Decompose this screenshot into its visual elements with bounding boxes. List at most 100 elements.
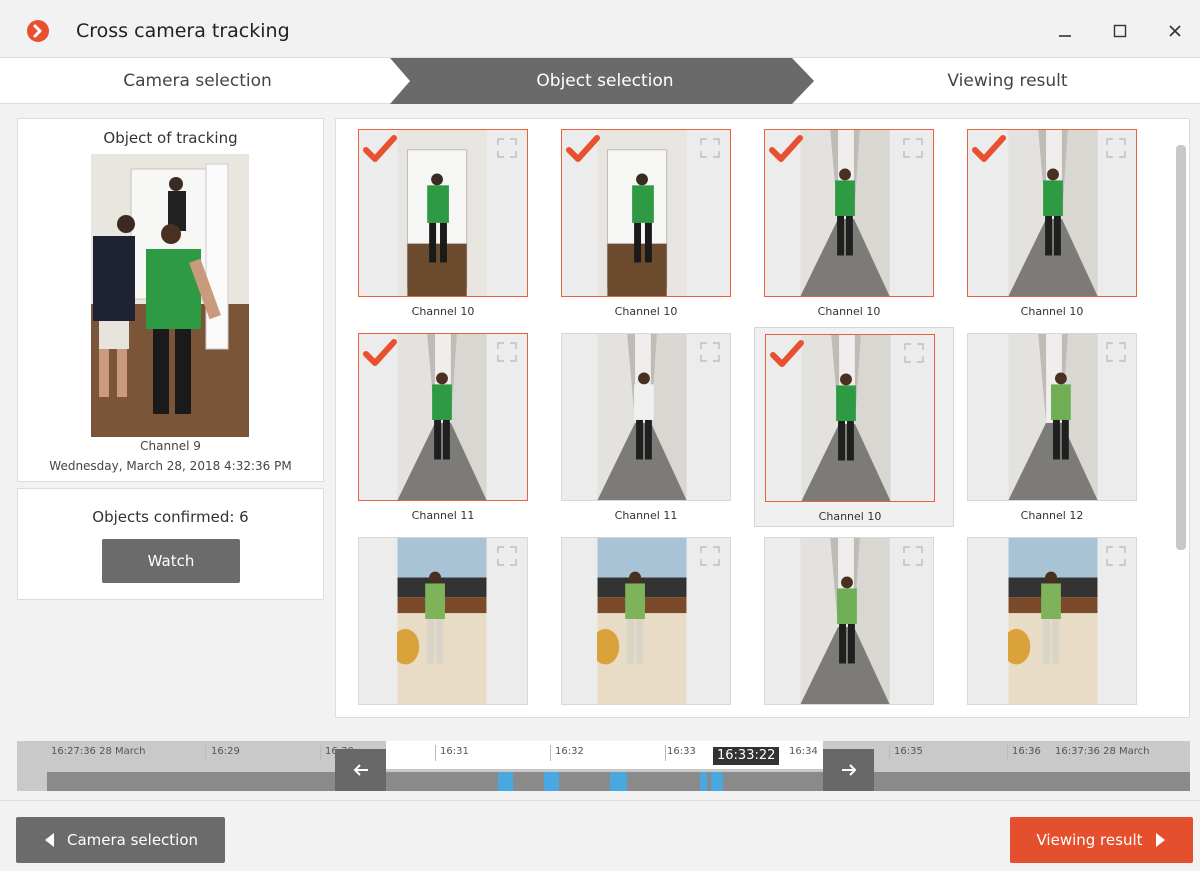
grid-item[interactable]: Channel 11 (551, 327, 751, 527)
triangle-left-icon (44, 833, 54, 847)
timeline-tick (889, 745, 890, 761)
back-camera-selection-button[interactable]: Camera selection (16, 817, 225, 863)
grid-item-thumbnail[interactable] (358, 129, 528, 297)
confirm-panel: Objects confirmed: 6 Watch (17, 488, 324, 600)
step-viewing-result[interactable]: Viewing result (815, 58, 1200, 104)
grid-item-channel: Channel 11 (614, 509, 678, 522)
timeline-tick-label: 16:32 (555, 746, 584, 757)
expand-icon[interactable] (495, 340, 519, 364)
camera-snapshot (1008, 334, 1098, 500)
timeline-tick-label: 16:33 (667, 746, 696, 757)
objects-confirmed-text: Objects confirmed: 6 (92, 508, 249, 526)
object-panel-title: Object of tracking (103, 129, 238, 147)
camera-snapshot (397, 334, 487, 500)
grid-item[interactable] (348, 531, 548, 717)
grid-item[interactable]: Channel 10 (754, 123, 954, 323)
object-grid: Channel 10 Channel 10 Channel 10 Channel 10… (335, 118, 1190, 718)
expand-icon[interactable] (1104, 136, 1128, 160)
object-photo (91, 154, 249, 437)
expand-icon[interactable] (1104, 544, 1128, 568)
expand-icon[interactable] (901, 544, 925, 568)
grid-item-thumbnail[interactable] (561, 333, 731, 501)
timeline[interactable]: 16:27:36 28 March 16:29 16:30 16:31 16:3… (17, 741, 1190, 791)
close-icon[interactable] (1162, 18, 1188, 44)
expand-icon[interactable] (698, 544, 722, 568)
timeline-start-label: 16:27:36 28 March (51, 746, 146, 757)
grid-item-thumbnail[interactable] (764, 129, 934, 297)
grid-item[interactable]: Channel 10 (957, 123, 1157, 323)
checkmark-icon[interactable] (770, 339, 804, 369)
expand-icon[interactable] (1104, 340, 1128, 364)
object-datetime: Wednesday, March 28, 2018 4:32:36 PM (49, 459, 292, 473)
grid-item-channel: Channel 10 (1020, 305, 1084, 318)
timeline-event-marker[interactable] (610, 772, 627, 791)
timeline-event-marker[interactable] (544, 772, 559, 791)
timeline-event-marker[interactable] (700, 772, 707, 791)
grid-item-thumbnail[interactable] (561, 537, 731, 705)
grid-item[interactable]: Channel 10 (754, 327, 954, 527)
step-object-selection[interactable]: Object selection (395, 58, 815, 104)
grid-item-channel: Channel 10 (411, 305, 475, 318)
camera-snapshot (1008, 130, 1098, 296)
camera-snapshot (597, 334, 687, 500)
timeline-tick (550, 745, 551, 761)
grid-item[interactable]: Channel 10 (551, 123, 751, 323)
timeline-tick-label: 16:34 (789, 746, 818, 757)
grid-item-thumbnail[interactable] (967, 537, 1137, 705)
expand-icon[interactable] (698, 340, 722, 364)
grid-item-thumbnail[interactable] (967, 129, 1137, 297)
camera-snapshot (597, 130, 687, 296)
wizard-steps: Camera selection Object selection Viewin… (0, 58, 1200, 104)
grid-item-channel: Channel 10 (818, 510, 882, 523)
expand-icon[interactable] (495, 136, 519, 160)
expand-icon[interactable] (495, 544, 519, 568)
timeline-tick (1007, 745, 1008, 761)
timeline-tick (320, 745, 321, 761)
grid-item[interactable] (551, 531, 751, 717)
expand-icon[interactable] (698, 136, 722, 160)
step-camera-selection[interactable]: Camera selection (0, 58, 395, 104)
camera-snapshot (1008, 538, 1098, 704)
grid-item-channel: Channel 11 (411, 509, 475, 522)
timeline-tick (665, 745, 666, 761)
grid-item-thumbnail[interactable] (765, 334, 935, 502)
grid-item[interactable] (957, 531, 1157, 717)
checkmark-icon[interactable] (363, 338, 397, 368)
timeline-tick (205, 745, 206, 761)
expand-icon[interactable] (902, 341, 926, 365)
checkmark-icon[interactable] (972, 134, 1006, 164)
grid-item[interactable]: Channel 12 (957, 327, 1157, 527)
grid-item-thumbnail[interactable] (358, 537, 528, 705)
maximize-icon[interactable] (1107, 18, 1133, 44)
grid-item-thumbnail[interactable] (358, 333, 528, 501)
timeline-tick-label: 16:29 (211, 746, 240, 757)
camera-snapshot (397, 538, 487, 704)
minimize-icon[interactable] (1052, 18, 1078, 44)
app-logo-icon (27, 20, 49, 42)
camera-snapshot (801, 335, 891, 501)
grid-item[interactable] (754, 531, 954, 717)
grid-item[interactable]: Channel 11 (348, 327, 548, 527)
arrow-right-icon (841, 764, 856, 776)
title-bar: Cross camera tracking (0, 0, 1200, 58)
checkmark-icon[interactable] (769, 134, 803, 164)
grid-scrollbar-thumb[interactable] (1176, 145, 1186, 550)
checkmark-icon[interactable] (363, 134, 397, 164)
grid-item-thumbnail[interactable] (764, 537, 934, 705)
timeline-event-marker[interactable] (498, 772, 513, 791)
camera-snapshot (800, 130, 890, 296)
timeline-right-handle[interactable] (823, 749, 874, 791)
timeline-tick-label: 16:36 (1012, 746, 1041, 757)
next-viewing-result-button[interactable]: Viewing result (1010, 817, 1193, 863)
timeline-left-handle[interactable] (335, 749, 386, 791)
watch-button[interactable]: Watch (102, 539, 240, 583)
grid-item-thumbnail[interactable] (561, 129, 731, 297)
arrow-left-icon (353, 764, 368, 776)
next-button-label: Viewing result (1036, 831, 1143, 849)
checkmark-icon[interactable] (566, 134, 600, 164)
timeline-event-marker[interactable] (711, 772, 723, 791)
grid-item[interactable]: Channel 10 (348, 123, 548, 323)
expand-icon[interactable] (901, 136, 925, 160)
grid-item-thumbnail[interactable] (967, 333, 1137, 501)
camera-snapshot (597, 538, 687, 704)
